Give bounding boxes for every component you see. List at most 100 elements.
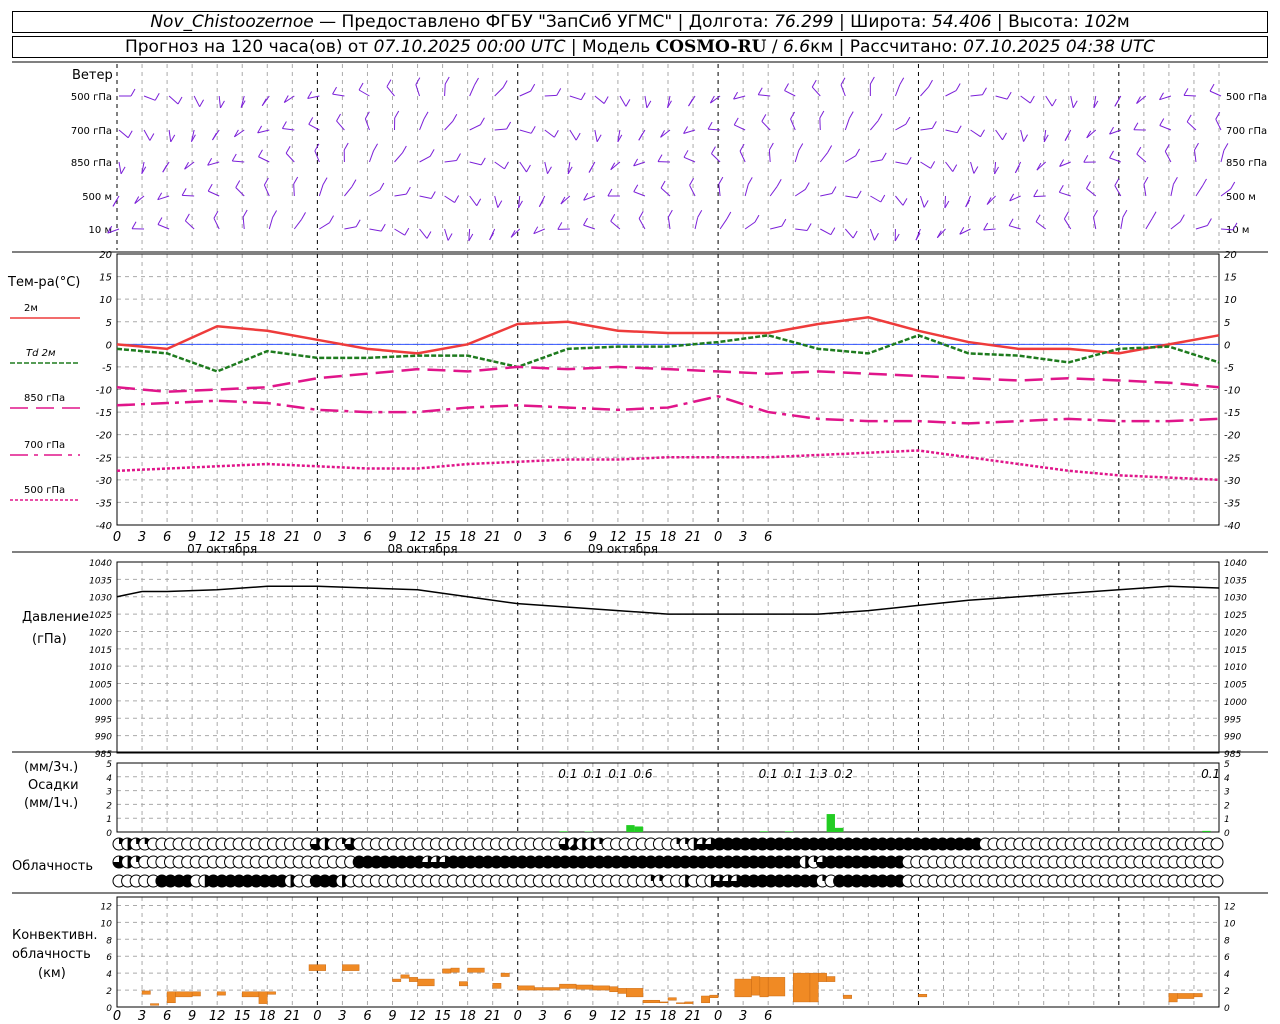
pressure-y-tick-right: 1040 (1224, 559, 1247, 569)
wind-barb (970, 161, 975, 174)
conv-cloud-bar (492, 983, 502, 989)
wind-barb-flag (235, 180, 241, 188)
wind-barb (794, 150, 800, 163)
temp-y-tick-right: 5 (1224, 318, 1230, 329)
wind-level-label: 10 м (89, 225, 112, 236)
conv-cloud-bar (450, 967, 460, 973)
wind-barb (769, 185, 778, 197)
temp-y-tick: -35 (96, 498, 112, 509)
wind-barb (1020, 95, 1031, 104)
wind-barb (610, 220, 621, 230)
conv-cloud-bar (759, 977, 769, 998)
conv-title-2: облачность (12, 947, 91, 962)
x-tick-label: 6 (163, 530, 171, 545)
conv-cloud-bar (308, 964, 326, 971)
wind-barb-flag (476, 198, 482, 206)
wind-barb (332, 93, 345, 97)
wind-barb (660, 187, 671, 197)
wind-barb-flag (1051, 98, 1057, 107)
wind-barb-flag (1179, 214, 1185, 222)
wind-barb (1086, 129, 1097, 139)
wind-barb-flag (905, 116, 911, 125)
temp-y-tick-right: -10 (1224, 386, 1240, 397)
wind-level-label-right: 500 м (1226, 192, 1256, 203)
wind-barb-flag (220, 100, 225, 109)
temp-y-tick-right: 20 (1224, 250, 1237, 261)
precip-3h-label: 0.1 (759, 767, 778, 781)
wind-barb-flag (127, 130, 133, 138)
conv-y-tick: 2 (106, 987, 112, 997)
conv-cloud-bar (342, 964, 360, 971)
precip-3h-label: 0.6 (633, 767, 652, 781)
wind-barb-flag (952, 164, 958, 172)
pressure-y-tick: 1035 (89, 576, 112, 586)
precip-bar (626, 825, 635, 832)
meteogram: 500 гПа 500 гПа 700 гПа 700 гПа 850 гПа 850 г… (10, 61, 1268, 1024)
x-tick-label: 15 (234, 1009, 251, 1024)
conv-cloud-bar (500, 972, 510, 977)
cloud-title: Облачность (12, 859, 94, 874)
conv-cloud-bar (575, 984, 594, 990)
wind-barb-flag (607, 188, 613, 197)
wind-barb (544, 161, 548, 174)
wind-barb (920, 86, 929, 97)
wind-barb-flag (776, 179, 782, 187)
wind-barb (1170, 184, 1174, 197)
conv-y-tick-right: 6 (1224, 953, 1230, 963)
x-tick-label: 12 (409, 1009, 426, 1024)
precip-3h-label: 0.1 (784, 767, 803, 781)
wind-barb (193, 95, 201, 107)
wind-barb (415, 84, 421, 97)
conv-cloud-bar (617, 988, 627, 994)
conv-cloud-bar (626, 988, 644, 998)
wind-barb (368, 150, 375, 163)
wind-barb (494, 195, 499, 208)
pressure-y-tick-right: 1025 (1224, 611, 1247, 621)
precip-3h-label: 0.1 (558, 767, 577, 781)
wind-barb (444, 160, 457, 163)
precip-title: Осадки (28, 778, 79, 793)
wind-level-label-right: 700 гПа (1226, 126, 1267, 137)
wind-barb (870, 159, 883, 163)
wind-barb-flag (923, 200, 929, 208)
wind-barb (820, 228, 832, 236)
wind-barb (143, 129, 151, 141)
wind-barb (794, 189, 806, 197)
conv-cloud-bar (676, 1002, 685, 1004)
wind-barb-flag (281, 121, 287, 129)
wind-barb (1193, 150, 1197, 163)
conv-cloud-bar (843, 994, 852, 999)
wind-barb (184, 161, 195, 170)
wind-barb-flag (162, 164, 168, 173)
wind-barb (1195, 225, 1208, 230)
precip-bar (559, 831, 568, 832)
wind-barb-flag (1122, 209, 1128, 218)
wind-barb-flag (930, 161, 936, 169)
x-tick-label: 3 (338, 1009, 346, 1024)
wind-level-label: 500 гПа (71, 92, 112, 103)
x-tick-label: 18 (660, 1009, 677, 1024)
wind-barb-flag (707, 121, 713, 130)
wind-barb (1114, 185, 1122, 197)
wind-barb (469, 161, 482, 166)
wind-barb (594, 95, 605, 104)
precip-y-tick-right: 3 (1224, 788, 1230, 798)
wind-barb (644, 95, 648, 108)
wind-barb-flag (798, 143, 804, 151)
precip-y-tick: 1 (106, 815, 112, 825)
temp-y-tick-right: 10 (1224, 295, 1237, 306)
pressure-y-tick-right: 1020 (1224, 628, 1247, 638)
wind-barb-flag (547, 166, 552, 174)
wind-barb-flag (711, 146, 716, 154)
pressure-y-tick-right: 1000 (1224, 698, 1247, 708)
day-label: 08 октября (387, 542, 457, 556)
wind-barb-flag (530, 83, 536, 92)
wind-barb-flag (877, 113, 883, 122)
wind-barb (143, 95, 156, 101)
wind-barb (560, 195, 571, 205)
conv-cloud-bar (150, 1003, 159, 1006)
wind-barb-flag (553, 129, 559, 138)
x-tick-label: 0 (113, 1009, 121, 1024)
wind-barb-flag (497, 200, 503, 208)
wind-barb (134, 195, 145, 204)
